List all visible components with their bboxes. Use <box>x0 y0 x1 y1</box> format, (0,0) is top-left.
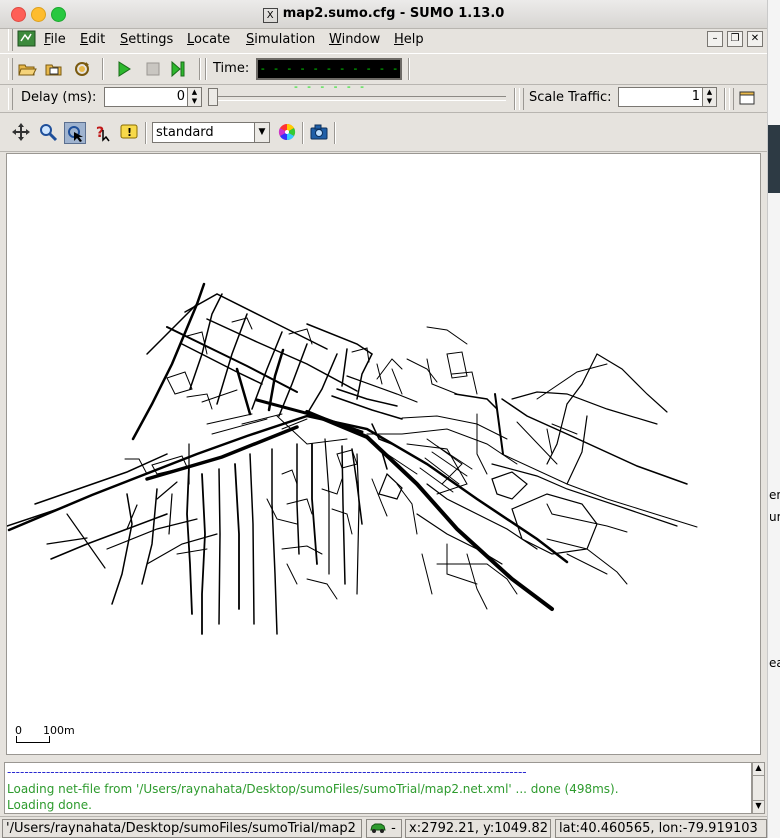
locate-cursor-icon[interactable] <box>64 122 86 144</box>
menu-window[interactable]: Window <box>329 32 380 47</box>
toolbar-grip[interactable] <box>8 58 13 80</box>
message-log-scrollbar[interactable]: ▲ ▼ <box>752 762 765 814</box>
toolbar-grip[interactable] <box>729 88 734 110</box>
mdi-restore-icon[interactable]: ❐ <box>727 31 743 47</box>
background-window-bar <box>768 125 780 193</box>
status-vehicle-menu[interactable]: - <box>366 819 402 838</box>
main-toolbar: Time: - - - - - - - - - - - - - - - - - <box>0 53 767 93</box>
toolbar-separator <box>205 58 207 80</box>
screenshot-camera-icon[interactable] <box>309 122 329 142</box>
delay-spinner[interactable]: 0 ▲ ▼ <box>104 87 202 107</box>
road-network-map <box>7 282 698 635</box>
show-messages-icon[interactable]: ! <box>119 122 139 142</box>
svg-text:!: ! <box>127 126 132 139</box>
toolbar-grip[interactable] <box>8 88 13 110</box>
status-xy-coordinates: x:2792.21, y:1049.82 <box>405 819 551 838</box>
open-network-icon[interactable] <box>44 59 64 79</box>
delay-slider-thumb[interactable] <box>208 88 218 106</box>
background-window-edge: en um ea <box>767 0 780 838</box>
car-icon <box>370 823 386 833</box>
delay-value: 0 <box>176 89 185 104</box>
background-text-b: um <box>769 510 780 524</box>
app-menu-icon[interactable] <box>17 29 37 48</box>
status-latlon-coordinates: lat:40.460565, lon:-79.919103 <box>555 819 767 838</box>
sumo-window: Xmap2.sumo.cfg - SUMO 1.13.0 File Edit S… <box>0 0 767 838</box>
reload-icon[interactable] <box>72 59 92 79</box>
toolbar-separator <box>102 58 104 80</box>
message-separator: ----------------------------------------… <box>7 765 527 779</box>
help-cursor-icon[interactable]: ? <box>92 122 112 142</box>
step-simulation-icon[interactable] <box>169 59 189 79</box>
menu-locate[interactable]: Locate <box>187 32 230 47</box>
window-title: map2.sumo.cfg - SUMO 1.13.0 <box>282 6 505 21</box>
toolbar-separator <box>334 122 336 144</box>
scroll-up-icon[interactable]: ▲ <box>753 763 764 776</box>
message-line-done: Loading done. <box>7 798 92 812</box>
scale-traffic-value: 1 <box>691 89 700 104</box>
background-text-a: en <box>769 488 780 502</box>
new-window-icon[interactable] <box>737 88 757 108</box>
toolbar-separator <box>199 58 201 80</box>
mdi-close-icon[interactable]: ✕ <box>747 31 763 47</box>
delay-spinner-arrows-icon[interactable]: ▲ ▼ <box>187 88 201 106</box>
menu-help[interactable]: Help <box>394 32 424 47</box>
x11-app-icon: X <box>262 8 278 23</box>
stop-simulation-icon[interactable] <box>143 59 163 79</box>
vehicle-menu-value: - <box>391 821 396 836</box>
zoom-icon[interactable] <box>38 122 58 142</box>
message-line-load-net: Loading net-file from '/Users/raynahata/… <box>7 782 619 796</box>
chevron-down-icon[interactable]: ▼ <box>254 123 269 142</box>
message-log[interactable]: ----------------------------------------… <box>4 762 752 814</box>
view-toolbar: ? ! standard ▼ <box>0 113 767 152</box>
edit-coloring-icon[interactable] <box>277 122 297 142</box>
run-simulation-icon[interactable] <box>114 59 134 79</box>
open-file-icon[interactable] <box>17 59 37 79</box>
status-file-path: '/Users/raynahata/Desktop/sumoFiles/sumo… <box>2 819 362 838</box>
menu-edit[interactable]: Edit <box>80 32 105 47</box>
toolbar-separator <box>724 88 726 110</box>
recenter-view-icon[interactable] <box>11 122 31 142</box>
time-label: Time: <box>213 61 250 76</box>
network-view-canvas[interactable]: 0 100m <box>6 153 761 755</box>
time-display: - - - - - - - - - - - - - - - - - <box>256 58 402 93</box>
title-bar: Xmap2.sumo.cfg - SUMO 1.13.0 <box>0 0 767 29</box>
delay-label: Delay (ms): <box>21 90 97 105</box>
menu-file[interactable]: File <box>44 32 66 47</box>
toolbar-grip[interactable] <box>519 88 524 110</box>
scheme-select[interactable]: standard ▼ <box>152 122 270 143</box>
menu-simulation[interactable]: Simulation <box>246 32 315 47</box>
menu-settings[interactable]: Settings <box>120 32 173 47</box>
scale-traffic-label: Scale Traffic: <box>529 90 612 105</box>
toolbar-separator <box>302 122 304 144</box>
scroll-down-icon[interactable]: ▼ <box>753 800 764 813</box>
scheme-value: standard <box>156 125 214 140</box>
scale-spinner-arrows-icon[interactable]: ▲ ▼ <box>702 88 716 106</box>
status-bar: '/Users/raynahata/Desktop/sumoFiles/sumo… <box>0 816 767 838</box>
toolbar-separator <box>514 88 516 110</box>
toolbar-separator <box>145 122 147 144</box>
toolbar-separator <box>408 58 410 80</box>
speed-toolbar: Delay (ms): 0 ▲ ▼ Scale Traffic: 1 ▲ ▼ <box>0 84 767 113</box>
mdi-minimize-icon[interactable]: – <box>707 31 723 47</box>
background-text-c: ea <box>769 656 780 670</box>
scale-bar-line <box>16 736 50 743</box>
menubar-grip[interactable] <box>8 29 13 51</box>
scale-traffic-spinner[interactable]: 1 ▲ ▼ <box>618 87 717 107</box>
delay-slider-track[interactable] <box>214 96 506 101</box>
menu-bar: File Edit Settings Locate Simulation Win… <box>0 28 767 52</box>
